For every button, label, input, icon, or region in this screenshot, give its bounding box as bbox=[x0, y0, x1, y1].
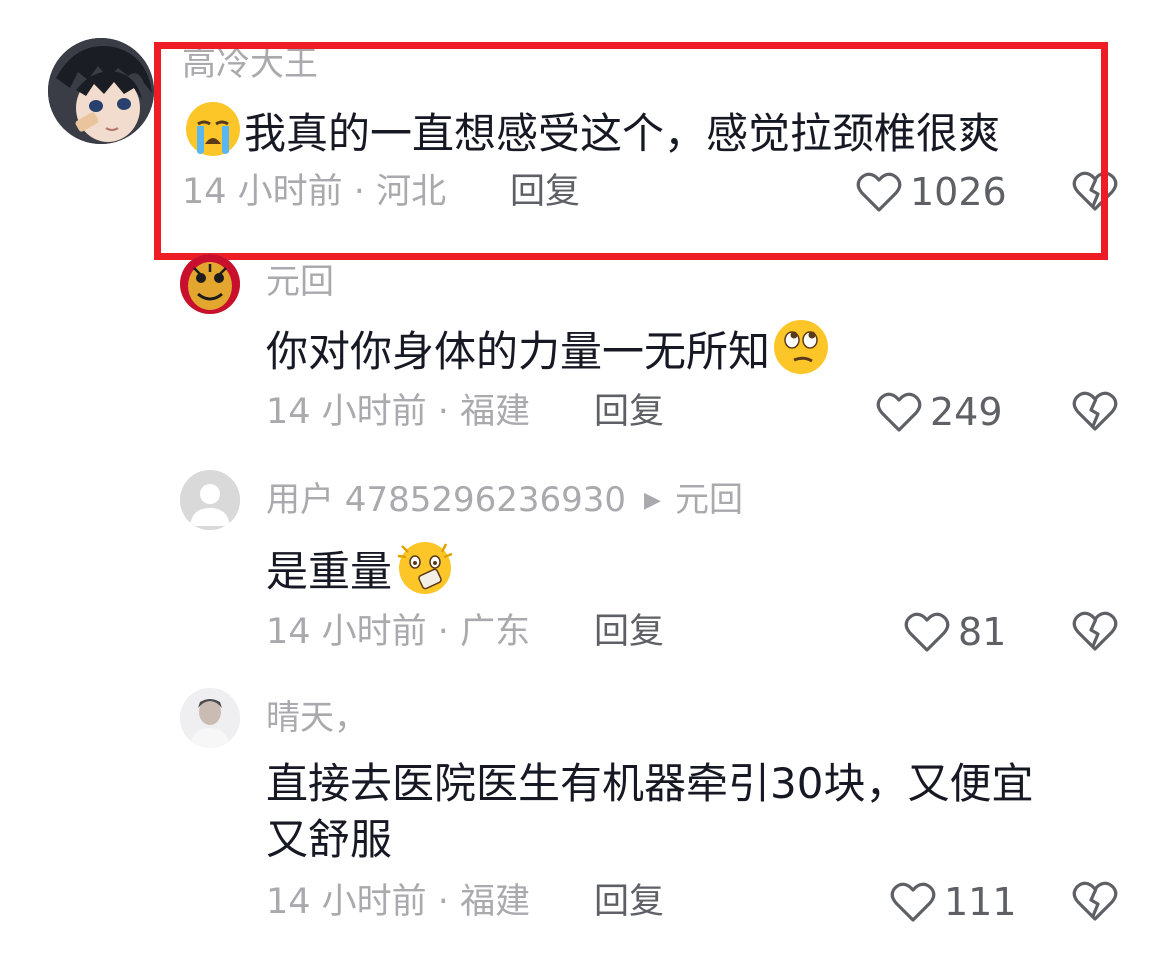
comment-text: 我真的一直想感受这个，感觉拉颈椎很爽 bbox=[182, 100, 1000, 172]
comment-time: 14 小时前 bbox=[182, 172, 343, 212]
meta-separator: · bbox=[426, 882, 461, 922]
reply-target[interactable]: 元回 bbox=[675, 480, 743, 520]
avatar[interactable] bbox=[180, 254, 240, 314]
comment-location: 福建 bbox=[460, 392, 531, 432]
heart-icon bbox=[904, 612, 950, 652]
comment-username[interactable]: 高冷大王 bbox=[182, 44, 318, 84]
reply-button[interactable]: 回复 bbox=[594, 610, 664, 654]
dislike-button[interactable] bbox=[1072, 610, 1118, 656]
like-button[interactable]: 111 bbox=[890, 880, 1017, 924]
avatar[interactable] bbox=[180, 470, 240, 530]
dislike-button[interactable] bbox=[1072, 170, 1118, 216]
loudly-crying-face-icon bbox=[184, 100, 242, 172]
like-count: 249 bbox=[930, 390, 1003, 434]
broken-heart-icon bbox=[1072, 881, 1118, 921]
comment-item: 用户 4785296236930 ▶ 元回 是重量 14 小时前 · 广东 回复 8… bbox=[0, 466, 1170, 666]
comment-text-content: 是重量 bbox=[266, 547, 393, 596]
user-photo-avatar-image bbox=[180, 688, 240, 748]
comment-text: 你对你身体的力量一无所知 bbox=[266, 318, 832, 390]
heart-icon bbox=[890, 882, 936, 922]
like-count: 111 bbox=[944, 880, 1017, 924]
broken-heart-icon bbox=[1072, 611, 1118, 651]
comment-item: 元回 你对你身体的力量一无所知 14 小时前 · 福建 回复 249 bbox=[0, 250, 1170, 450]
heart-icon bbox=[856, 172, 902, 212]
comment-location: 广东 bbox=[460, 612, 531, 652]
comment-item: 高冷大王 我真的一直想感受这个，感觉拉颈椎很爽 14 小时前 · 河北 回复 1… bbox=[0, 0, 1170, 250]
like-count: 1026 bbox=[910, 170, 1007, 214]
comment-username[interactable]: 元回 bbox=[266, 262, 334, 302]
heart-icon bbox=[876, 392, 922, 432]
reply-button[interactable]: 回复 bbox=[594, 390, 664, 434]
meta-separator: · bbox=[426, 612, 461, 652]
comment-username[interactable]: 晴天， bbox=[266, 698, 368, 738]
anime-avatar-image bbox=[48, 38, 154, 144]
comment-text-line: 直接去医院医生有机器牵引30块，又便宜 bbox=[266, 759, 1034, 808]
like-button[interactable]: 81 bbox=[904, 610, 1006, 654]
default-user-icon bbox=[180, 470, 240, 530]
broken-heart-icon bbox=[1072, 171, 1118, 211]
reply-button[interactable]: 回复 bbox=[510, 170, 580, 214]
comment-time: 14 小时前 bbox=[266, 392, 427, 432]
reply-button[interactable]: 回复 bbox=[594, 880, 664, 924]
avatar[interactable] bbox=[180, 688, 240, 748]
dislike-button[interactable] bbox=[1072, 390, 1118, 436]
shocked-face-icon bbox=[394, 538, 456, 610]
comment-location: 河北 bbox=[376, 172, 447, 212]
reply-arrow-icon: ▶ bbox=[644, 488, 661, 513]
comment-time: 14 小时前 bbox=[266, 882, 427, 922]
broken-heart-icon bbox=[1072, 391, 1118, 431]
like-button[interactable]: 1026 bbox=[856, 170, 1007, 214]
comment-item: 晴天， 直接去医院医生有机器牵引30块，又便宜 又舒服 14 小时前 · 福建 … bbox=[0, 684, 1170, 968]
comment-text: 是重量 bbox=[266, 538, 458, 610]
comment-username: 用户 4785296236930 ▶ 元回 bbox=[266, 480, 743, 521]
comment-text: 直接去医院医生有机器牵引30块，又便宜 又舒服 bbox=[266, 756, 1033, 868]
comment-meta: 14 小时前 · 河北 bbox=[182, 170, 446, 214]
eye-roll-face-icon bbox=[772, 318, 830, 390]
comment-text-content: 我真的一直想感受这个，感觉拉颈椎很爽 bbox=[244, 109, 1001, 158]
reply-author[interactable]: 用户 4785296236930 bbox=[266, 480, 626, 520]
avatar[interactable] bbox=[48, 38, 154, 144]
tiger-avatar-image bbox=[180, 254, 240, 314]
like-button[interactable]: 249 bbox=[876, 390, 1003, 434]
meta-separator: · bbox=[426, 392, 461, 432]
comment-meta: 14 小时前 · 福建 bbox=[266, 390, 530, 434]
like-count: 81 bbox=[958, 610, 1007, 654]
dislike-button[interactable] bbox=[1072, 880, 1118, 926]
comment-text-line: 又舒服 bbox=[266, 815, 393, 864]
meta-separator: · bbox=[342, 172, 377, 212]
comment-text-content: 你对你身体的力量一无所知 bbox=[266, 327, 771, 376]
comment-location: 福建 bbox=[460, 882, 531, 922]
comment-time: 14 小时前 bbox=[266, 612, 427, 652]
comment-meta: 14 小时前 · 福建 bbox=[266, 880, 530, 924]
comment-meta: 14 小时前 · 广东 bbox=[266, 610, 530, 654]
